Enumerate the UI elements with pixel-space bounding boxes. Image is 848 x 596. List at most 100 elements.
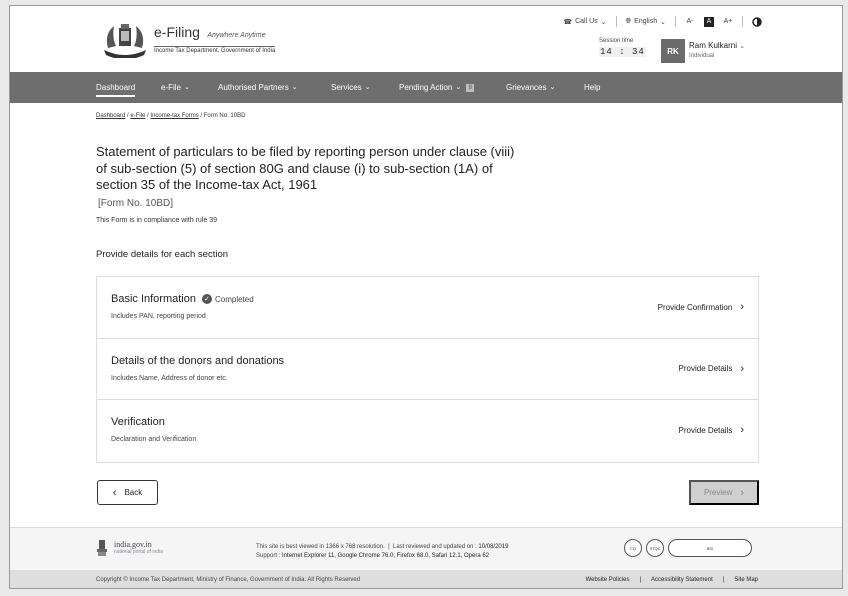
website-policies-link[interactable]: Website Policies — [586, 577, 630, 583]
utility-bar: ☎ Call Us ⌄ 🌐︎ English ⌄ A- A A+ — [563, 16, 762, 27]
session-label: Session time — [599, 38, 634, 44]
user-menu[interactable]: Ram Kulkarni ⌄ Individual — [689, 41, 745, 59]
globe-icon: 🌐︎ — [625, 17, 632, 25]
nav-authorised-partners-label: Authorised Partners — [218, 83, 289, 92]
font-increase-button[interactable]: A+ — [723, 17, 733, 27]
preview-label: Preview — [703, 488, 733, 497]
chevron-right-icon: › — [740, 424, 744, 436]
language-dropdown[interactable]: 🌐︎ English ⌄ — [626, 18, 666, 26]
breadcrumb-efile[interactable]: e-File — [130, 113, 145, 119]
certification-badges: CQ STQC BSI — [624, 539, 752, 557]
brand-title: e-Filing — [154, 24, 200, 40]
divider: | — [639, 577, 642, 583]
user-role: Individual — [689, 53, 715, 59]
section-title: Verification — [111, 416, 165, 428]
section-subtitle: Includes Name, Address of donor etc. — [111, 374, 228, 382]
chevron-right-icon: › — [740, 301, 744, 313]
copyright: Copyright © Income Tax Department, Minis… — [96, 577, 361, 583]
brand-tagline: Anywhere Anytime — [207, 32, 266, 39]
session-timer: Session time 14 : 34 — [599, 38, 646, 57]
provide-details-link[interactable]: Provide Details › — [679, 363, 744, 375]
site-info: This site is best viewed in 1366 x 768 r… — [256, 544, 509, 559]
income-tax-logo-icon[interactable] — [100, 20, 150, 58]
chevron-down-icon: ⌄ — [739, 43, 746, 50]
bsi-certification-icon: BSI — [668, 539, 752, 557]
divider — [675, 16, 676, 27]
page-title: Statement of particulars to be filed by … — [96, 144, 515, 192]
bottom-bar: Copyright © Income Tax Department, Minis… — [10, 570, 842, 588]
last-reviewed-date: 10/08/2019 — [478, 544, 509, 550]
sections-list: Basic Information ✓ Completed Includes P… — [96, 276, 759, 463]
last-reviewed-label: Last reviewed and updated on : — [392, 544, 477, 550]
form-number: [Form No. 10BD] — [98, 198, 174, 209]
browser-frame: e-Filing Anywhere Anytime Income Tax Dep… — [9, 5, 843, 589]
chevron-down-icon: ⌄ — [455, 84, 462, 91]
chevron-down-icon: ⌄ — [184, 84, 190, 91]
phone-icon: ☎ — [563, 18, 573, 26]
footer-links: Website Policies | Accessibility Stateme… — [586, 577, 758, 583]
divider: | — [722, 577, 725, 583]
chevron-down-icon: ⌄ — [291, 84, 298, 91]
nav-services-label: Services — [331, 83, 362, 92]
back-button[interactable]: ‹ Back — [97, 480, 158, 505]
check-circle-icon: ✓ — [201, 294, 212, 304]
nav-efile[interactable]: e-File ⌄ — [161, 72, 190, 103]
nav-grievances[interactable]: Grievances ⌄ — [506, 72, 555, 103]
font-decrease-button[interactable]: A- — [685, 17, 695, 27]
section-title: Basic Information — [111, 293, 196, 305]
nav-grievances-label: Grievances — [506, 83, 547, 92]
section-verification[interactable]: Verification Declaration and Verificatio… — [97, 400, 758, 462]
chevron-down-icon: ⌄ — [660, 18, 666, 26]
section-action-label: Provide Details — [678, 364, 733, 373]
call-us-label: Call Us — [575, 18, 598, 25]
language-label: English — [634, 18, 658, 25]
provide-details-link[interactable]: Provide Details › — [679, 424, 744, 436]
support-label: Support : — [256, 553, 281, 559]
user-name: Ram Kulkarni — [689, 41, 738, 50]
india-gov-subtitle: national portal of india — [114, 549, 163, 555]
support-browsers: Internet Explorer 11, Google Chrome 76.0… — [282, 553, 490, 559]
chevron-down-icon: ⌄ — [364, 84, 371, 91]
cqw-certificate-icon: CQ — [624, 539, 642, 557]
preview-button[interactable]: Preview › — [689, 480, 759, 505]
nav-dashboard-label: Dashboard — [96, 83, 136, 92]
chevron-down-icon: ⌄ — [549, 84, 556, 91]
nav-pending-action-label: Pending Action — [399, 83, 453, 92]
section-subtitle: Declaration and Verification — [111, 436, 197, 443]
status-label: Completed — [214, 294, 254, 304]
section-donors-donations[interactable]: Details of the donors and donations Incl… — [97, 339, 758, 400]
call-us-dropdown[interactable]: ☎ Call Us ⌄ — [563, 18, 606, 26]
india-gov-link[interactable]: india.gov.in national portal of india — [114, 540, 163, 555]
section-basic-information[interactable]: Basic Information ✓ Completed Includes P… — [97, 277, 758, 339]
section-title: Details of the donors and donations — [111, 354, 285, 367]
breadcrumb-dashboard[interactable]: Dashboard — [96, 113, 125, 119]
stqc-certificate-icon: STQC — [646, 539, 664, 557]
chevron-down-icon: ⌄ — [600, 18, 607, 26]
contrast-toggle-icon[interactable] — [752, 16, 762, 27]
header: e-Filing Anywhere Anytime Income Tax Dep… — [10, 6, 842, 72]
breadcrumb-current: Form No. 10BD — [203, 113, 246, 119]
brand: e-Filing Anywhere Anytime Income Tax Dep… — [154, 24, 276, 54]
nav-dashboard[interactable]: Dashboard — [96, 72, 136, 103]
provide-confirmation-link[interactable]: Provide Confirmation › — [658, 301, 744, 313]
site-map-link[interactable]: Site Map — [734, 577, 758, 583]
divider — [742, 16, 743, 27]
nav-services[interactable]: Services ⌄ — [331, 72, 371, 103]
chevron-left-icon: ‹ — [112, 486, 117, 499]
india-gov-title: india.gov.in — [114, 540, 152, 549]
main-navbar: Dashboard e-File ⌄ Authorised Partners ⌄… — [10, 72, 842, 103]
breadcrumb-income-tax-forms[interactable]: Income-tax Forms — [150, 113, 198, 119]
sections-heading: Provide details for each section — [96, 249, 229, 260]
nav-pending-action[interactable]: Pending Action ⌄ 8 — [399, 72, 475, 103]
back-label: Back — [124, 488, 143, 497]
accessibility-statement-link[interactable]: Accessibility Statement — [651, 577, 713, 583]
pending-count-badge: 8 — [466, 83, 475, 92]
section-action-label: Provide Confirmation — [657, 302, 733, 312]
footer: india.gov.in national portal of india Th… — [10, 527, 842, 570]
nav-help[interactable]: Help — [584, 72, 600, 103]
national-emblem-icon — [97, 540, 107, 556]
avatar[interactable]: RK — [661, 39, 685, 63]
nav-authorised-partners[interactable]: Authorised Partners ⌄ — [218, 72, 298, 103]
section-action-label: Provide Details — [678, 425, 733, 435]
font-reset-button[interactable]: A — [704, 16, 714, 27]
